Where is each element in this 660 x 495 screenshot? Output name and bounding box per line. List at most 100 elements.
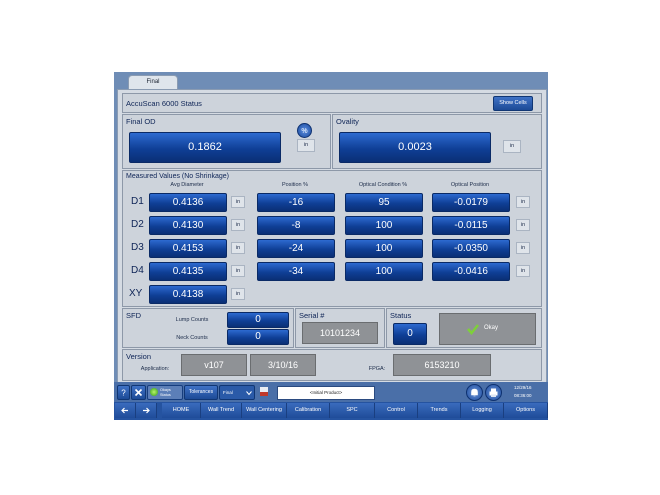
fpga-value: 6153210 bbox=[393, 354, 491, 376]
row-label: D4 bbox=[131, 265, 144, 276]
sfd-panel: SFD Lump Counts 0 Neck Counts 0 bbox=[122, 308, 294, 348]
tab-final[interactable]: Final bbox=[128, 75, 178, 90]
nav-control[interactable]: Control bbox=[375, 403, 418, 418]
neck-counts-label: Neck Counts bbox=[176, 335, 208, 341]
arrow-right-icon bbox=[143, 407, 150, 414]
close-button[interactable] bbox=[131, 385, 146, 400]
d4-optical-position: -0.0416 bbox=[432, 262, 510, 281]
back-button[interactable] bbox=[115, 403, 136, 418]
version-panel: Version Application: v107 3/10/16 FPGA: … bbox=[122, 349, 542, 381]
status-label: Status bbox=[390, 311, 412, 320]
okays-status-text: Okays Status bbox=[160, 388, 171, 397]
col-header-position: Position % bbox=[282, 182, 308, 188]
view-select-value: Final bbox=[223, 390, 233, 395]
col-header-optical-condition: Optical Condition % bbox=[358, 182, 408, 188]
nav-options[interactable]: Options bbox=[504, 403, 548, 418]
percent-toggle-button[interactable]: % bbox=[297, 123, 312, 138]
product-field[interactable]: <Initial Product> bbox=[277, 386, 375, 400]
nav-logging[interactable]: Logging bbox=[461, 403, 504, 418]
final-od-value: 0.1862 bbox=[129, 132, 281, 163]
forward-button[interactable] bbox=[136, 403, 157, 418]
status-header: AccuScan 6000 Status Show Cells bbox=[122, 93, 542, 113]
final-od-panel: Final OD 0.1862 % in bbox=[122, 114, 331, 169]
final-od-unit: in bbox=[297, 139, 315, 152]
d1-optical-condition: 95 bbox=[345, 193, 423, 212]
serial-panel: Serial # 10101234 bbox=[295, 308, 385, 348]
col-header-optical-position: Optical Position bbox=[450, 182, 490, 188]
percent-icon: % bbox=[301, 128, 307, 135]
xy-unit: in bbox=[231, 288, 245, 300]
nav-home[interactable]: HOME bbox=[162, 403, 201, 418]
version-label: Version bbox=[126, 352, 152, 361]
nav-trends[interactable]: Trends bbox=[418, 403, 461, 418]
row-label: XY bbox=[129, 288, 143, 299]
ovality-value: 0.0023 bbox=[339, 132, 491, 163]
d4-optical-condition: 100 bbox=[345, 262, 423, 281]
d2-optical-condition: 100 bbox=[345, 216, 423, 235]
tolerances-button[interactable]: Tolerances bbox=[184, 385, 218, 400]
d4-avg-diameter: 0.4135 bbox=[149, 262, 227, 281]
final-od-label: Final OD bbox=[126, 117, 156, 126]
neck-counts-value: 0 bbox=[227, 329, 289, 345]
app-screen: Final AccuScan 6000 Status Show Cells Fi… bbox=[114, 72, 548, 420]
d1-optical-position: -0.0179 bbox=[432, 193, 510, 212]
lump-counts-value: 0 bbox=[227, 312, 289, 328]
d1-position: -16 bbox=[257, 193, 335, 212]
row-label: D1 bbox=[131, 196, 144, 207]
fpga-label: FPGA: bbox=[368, 366, 386, 372]
nav-wall-centering[interactable]: Wall Centering bbox=[242, 403, 287, 418]
nav-wall-trend[interactable]: Wall Trend bbox=[201, 403, 242, 418]
sfd-label: SFD bbox=[126, 311, 141, 320]
status-led-icon bbox=[150, 388, 158, 396]
close-icon bbox=[134, 388, 143, 397]
status-date: 12/29/16 bbox=[514, 385, 532, 390]
d1-avg-diameter: 0.4136 bbox=[149, 193, 227, 212]
d1-optical-position-unit: in bbox=[516, 196, 530, 208]
status-panel: Status 0 Okay bbox=[386, 308, 542, 348]
ovality-label: Ovality bbox=[336, 117, 359, 126]
show-cells-button[interactable]: Show Cells bbox=[493, 96, 533, 111]
d2-avg-diameter: 0.4130 bbox=[149, 216, 227, 235]
application-label: Application: bbox=[140, 366, 170, 372]
d4-position: -34 bbox=[257, 262, 335, 281]
checkmark-icon bbox=[467, 324, 479, 335]
serial-value: 10101234 bbox=[302, 322, 378, 344]
nav-spc[interactable]: SPC bbox=[330, 403, 375, 418]
measured-values-label: Measured Values (No Shrinkage) bbox=[126, 173, 229, 180]
d3-avg-diameter: 0.4153 bbox=[149, 239, 227, 258]
bell-icon bbox=[471, 388, 478, 397]
status-title: AccuScan 6000 Status bbox=[126, 99, 202, 108]
view-select[interactable]: Final bbox=[219, 385, 255, 400]
d4-avg-unit: in bbox=[231, 265, 245, 277]
d4-optical-position-unit: in bbox=[516, 265, 530, 277]
status-time: 08:36:00 bbox=[514, 393, 532, 398]
xy-avg-diameter: 0.4138 bbox=[149, 285, 227, 304]
status-value: 0 bbox=[393, 323, 427, 345]
okay-text: Okay bbox=[484, 325, 499, 331]
d3-optical-position-unit: in bbox=[516, 242, 530, 254]
measured-values-panel: Measured Values (No Shrinkage) Avg Diame… bbox=[122, 170, 542, 307]
okay-indicator: Okay bbox=[439, 313, 536, 345]
application-date: 3/10/16 bbox=[250, 354, 316, 376]
printer-icon bbox=[489, 388, 498, 397]
nav-calibration[interactable]: Calibration bbox=[287, 403, 330, 418]
ovality-panel: Ovality 0.0023 in bbox=[332, 114, 542, 169]
d2-optical-position: -0.0115 bbox=[432, 216, 510, 235]
chevron-down-icon bbox=[246, 391, 252, 396]
svg-text:?: ? bbox=[121, 389, 126, 398]
question-icon: ? bbox=[121, 389, 126, 398]
ovality-unit: in bbox=[503, 140, 521, 153]
help-button[interactable]: ? bbox=[117, 385, 130, 400]
product-flag-icon bbox=[259, 386, 269, 397]
d2-position: -8 bbox=[257, 216, 335, 235]
d2-avg-unit: in bbox=[231, 219, 245, 231]
application-version: v107 bbox=[181, 354, 247, 376]
row-label: D2 bbox=[131, 219, 144, 230]
serial-label: Serial # bbox=[299, 311, 325, 320]
d2-optical-position-unit: in bbox=[516, 219, 530, 231]
d3-optical-position: -0.0350 bbox=[432, 239, 510, 258]
bell-button[interactable] bbox=[466, 384, 483, 401]
svg-text:%: % bbox=[301, 128, 307, 135]
main-panel: AccuScan 6000 Status Show Cells Final OD… bbox=[117, 89, 547, 383]
print-button[interactable] bbox=[485, 384, 502, 401]
